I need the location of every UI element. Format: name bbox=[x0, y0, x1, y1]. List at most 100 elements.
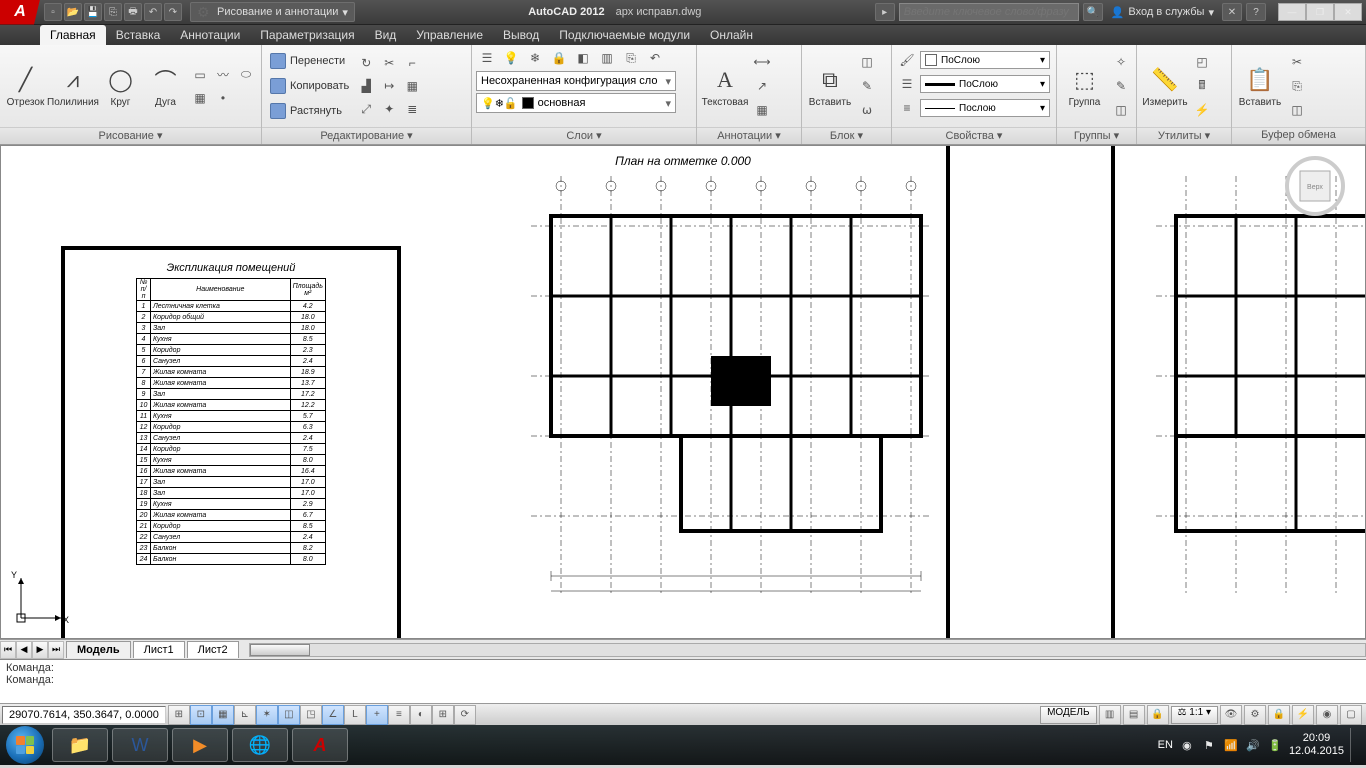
tab-manage[interactable]: Управление bbox=[406, 25, 493, 45]
select-icon[interactable]: ◰ bbox=[1191, 51, 1213, 73]
leader-icon[interactable]: ↗ bbox=[751, 75, 773, 97]
qat-open-icon[interactable]: 📂 bbox=[64, 3, 82, 21]
tab-model[interactable]: Модель bbox=[66, 641, 131, 658]
panel-title-block[interactable]: Блок ▾ bbox=[802, 127, 891, 144]
tab-last-button[interactable]: ⏭ bbox=[48, 641, 64, 659]
viewcube[interactable]: Верх bbox=[1285, 156, 1345, 216]
tab-plugins[interactable]: Подключаемые модули bbox=[549, 25, 700, 45]
group-edit-icon[interactable]: ✎ bbox=[1110, 75, 1132, 97]
qat-undo-icon[interactable]: ↶ bbox=[144, 3, 162, 21]
workspace-selector[interactable]: Рисование и аннотации ▾ bbox=[190, 2, 355, 22]
layer-off-icon[interactable]: 💡 bbox=[500, 47, 522, 69]
group-sel-icon[interactable]: ◫ bbox=[1110, 99, 1132, 121]
qat-redo-icon[interactable]: ↷ bbox=[164, 3, 182, 21]
app-menu-button[interactable]: A bbox=[0, 0, 40, 25]
array-icon[interactable]: ▦ bbox=[401, 75, 423, 97]
tray-volume-icon[interactable]: 🔊 bbox=[1245, 737, 1261, 753]
drawing-area[interactable]: [–] [Верхняя] [2D каркас] План на отметк… bbox=[0, 145, 1366, 639]
close-button[interactable]: ✕ bbox=[1334, 3, 1362, 21]
infocenter-arrow-icon[interactable]: ▸ bbox=[875, 3, 895, 21]
search-icon[interactable]: 🔍 bbox=[1083, 3, 1103, 21]
horizontal-scrollbar[interactable] bbox=[249, 643, 1366, 657]
layer-walk-icon[interactable]: ▥ bbox=[596, 47, 618, 69]
taskbar-explorer[interactable]: 📁 bbox=[52, 728, 108, 762]
taskbar-mediaplayer[interactable]: ▶ bbox=[172, 728, 228, 762]
match-props-icon[interactable]: 🖌 bbox=[896, 49, 918, 71]
tray-network-icon[interactable]: 📶 bbox=[1223, 737, 1239, 753]
model-viewport[interactable]: План на отметке 0.000 Экспликация помеще… bbox=[1, 146, 1365, 638]
stretch-button[interactable]: Растянуть bbox=[266, 99, 353, 123]
ducs-icon[interactable]: L bbox=[344, 705, 366, 725]
tab-layout2[interactable]: Лист2 bbox=[187, 641, 239, 658]
polar-icon[interactable]: ✶ bbox=[256, 705, 278, 725]
layer-iso-icon[interactable]: ◧ bbox=[572, 47, 594, 69]
fillet-icon[interactable]: ⌐ bbox=[401, 52, 423, 74]
tab-first-button[interactable]: ⏮ bbox=[0, 641, 16, 659]
move-button[interactable]: Перенести bbox=[266, 49, 353, 73]
dimension-icon[interactable]: ⟷ bbox=[751, 51, 773, 73]
minimize-button[interactable]: — bbox=[1278, 3, 1306, 21]
panel-title-util[interactable]: Утилиты ▾ bbox=[1137, 127, 1231, 144]
attr-icon[interactable]: ⍵ bbox=[856, 99, 878, 121]
tab-layout1[interactable]: Лист1 bbox=[133, 641, 185, 658]
panel-title-clip[interactable]: Буфер обмена bbox=[1232, 127, 1365, 144]
start-button[interactable] bbox=[6, 726, 44, 764]
layer-prop-icon[interactable]: ☰ bbox=[476, 47, 498, 69]
rectangle-icon[interactable]: ▭ bbox=[189, 64, 211, 86]
qat-new-icon[interactable]: ▫ bbox=[44, 3, 62, 21]
restore-button[interactable]: ❐ bbox=[1306, 3, 1334, 21]
tab-output[interactable]: Вывод bbox=[493, 25, 549, 45]
measure-button[interactable]: 📏Измерить bbox=[1141, 48, 1189, 124]
snap-mode-icon[interactable]: ⊡ bbox=[190, 705, 212, 725]
cut-icon[interactable]: ✂ bbox=[1286, 51, 1308, 73]
edit-block-icon[interactable]: ✎ bbox=[856, 75, 878, 97]
tray-nvidia-icon[interactable]: ◉ bbox=[1179, 737, 1195, 753]
tab-parametric[interactable]: Параметризация bbox=[250, 25, 364, 45]
transparency-icon[interactable]: ◐ bbox=[410, 705, 432, 725]
panel-title-props[interactable]: Свойства ▾ bbox=[892, 127, 1056, 144]
coordinates-readout[interactable]: 29070.7614, 350.3647, 0.0000 bbox=[2, 706, 166, 724]
tab-online[interactable]: Онлайн bbox=[700, 25, 763, 45]
show-desktop-button[interactable] bbox=[1350, 728, 1358, 762]
ellipse-icon[interactable]: ⬭ bbox=[235, 64, 257, 86]
lineweight-icon[interactable]: ≡ bbox=[388, 705, 410, 725]
ortho-icon[interactable]: ⊾ bbox=[234, 705, 256, 725]
copy-button[interactable]: Копировать bbox=[266, 74, 353, 98]
point-icon[interactable]: • bbox=[212, 87, 234, 109]
annotation-visibility-icon[interactable]: 👁 bbox=[1220, 705, 1242, 725]
scrollbar-thumb[interactable] bbox=[250, 644, 310, 656]
hatch-icon[interactable]: ▦ bbox=[189, 87, 211, 109]
group-button[interactable]: ⬚Группа bbox=[1061, 48, 1108, 124]
osnap-icon[interactable]: ◫ bbox=[278, 705, 300, 725]
otrack-icon[interactable]: ∠ bbox=[322, 705, 344, 725]
extend-icon[interactable]: ↦ bbox=[378, 75, 400, 97]
language-indicator[interactable]: EN bbox=[1158, 739, 1173, 751]
layer-prev-icon[interactable]: ↶ bbox=[644, 47, 666, 69]
layer-selector[interactable]: 💡❄🔓 основная▾ bbox=[476, 93, 676, 113]
layer-match-icon[interactable]: ⎘ bbox=[620, 47, 642, 69]
paste-spec-icon[interactable]: ◫ bbox=[1286, 99, 1308, 121]
circle-button[interactable]: ◯Круг bbox=[99, 48, 142, 124]
quickview-drawings-icon[interactable]: ▤ bbox=[1123, 705, 1145, 725]
sign-in-button[interactable]: 👤 Вход в службы▾ bbox=[1107, 6, 1218, 19]
annoscale-lock-icon[interactable]: 🔒 bbox=[1147, 705, 1169, 725]
dyn-input-icon[interactable]: + bbox=[366, 705, 388, 725]
offset-icon[interactable]: ≣ bbox=[401, 98, 423, 120]
linetype-selector[interactable]: Послою▾ bbox=[920, 99, 1050, 117]
lineweight-selector[interactable]: ПоСлою▾ bbox=[920, 75, 1050, 93]
panel-title-layers[interactable]: Слои ▾ bbox=[472, 127, 696, 144]
tab-view[interactable]: Вид bbox=[365, 25, 407, 45]
tab-next-button[interactable]: ▶ bbox=[32, 641, 48, 659]
command-line[interactable]: Команда: Команда: bbox=[0, 659, 1366, 703]
panel-title-draw[interactable]: Рисование ▾ bbox=[0, 127, 261, 144]
color-selector[interactable]: ПоСлою▾ bbox=[920, 51, 1050, 69]
rotate-icon[interactable]: ↻ bbox=[355, 52, 377, 74]
paste-button[interactable]: 📋Вставить bbox=[1236, 48, 1284, 124]
layer-lock-icon[interactable]: 🔒 bbox=[548, 47, 570, 69]
grid-display-icon[interactable]: ▦ bbox=[212, 705, 234, 725]
text-button[interactable]: AТекстовая bbox=[701, 48, 749, 124]
model-paper-toggle[interactable]: МОДЕЛЬ bbox=[1040, 706, 1096, 724]
quickview-layouts-icon[interactable]: ▥ bbox=[1099, 705, 1121, 725]
lt-icon[interactable]: ≡ bbox=[896, 97, 918, 119]
isolate-objects-icon[interactable]: ◉ bbox=[1316, 705, 1338, 725]
